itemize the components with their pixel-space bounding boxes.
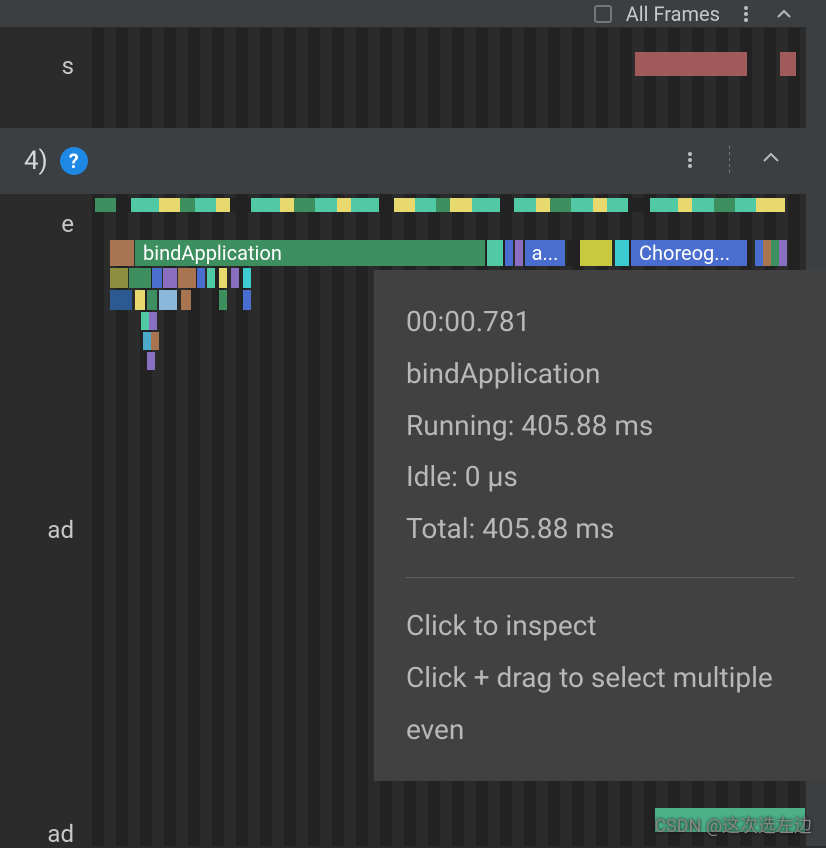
trace-event[interactable] <box>135 290 145 310</box>
trace-event[interactable] <box>779 240 787 266</box>
trace-event[interactable] <box>219 290 227 310</box>
all-frames-label: All Frames <box>626 2 720 26</box>
trace-event[interactable] <box>147 290 157 310</box>
trace-event[interactable] <box>505 240 513 266</box>
trace-event[interactable] <box>243 268 251 288</box>
trace-event[interactable] <box>159 290 177 310</box>
thread-more-icon[interactable] <box>681 146 699 176</box>
trace-event[interactable] <box>110 268 128 288</box>
tooltip-name: bindApplication <box>406 348 794 400</box>
divider <box>729 146 730 176</box>
trace-event[interactable] <box>143 332 151 350</box>
help-icon[interactable]: ? <box>60 147 88 175</box>
trace-event[interactable] <box>141 312 149 330</box>
tooltip-running: Running: 405.88 ms <box>406 400 794 452</box>
trace-event[interactable] <box>178 268 196 288</box>
overview-strip[interactable] <box>95 198 806 212</box>
trace-event[interactable] <box>163 268 177 288</box>
trace-event[interactable] <box>755 240 763 266</box>
trace-event[interactable] <box>181 290 191 310</box>
all-frames-checkbox[interactable] <box>594 5 612 23</box>
trace-event[interactable] <box>219 268 227 288</box>
trace-event[interactable] <box>207 268 215 288</box>
tooltip-total: Total: 405.88 ms <box>406 503 794 555</box>
more-icon[interactable] <box>734 2 758 26</box>
event-tooltip: 00:00.781 bindApplication Running: 405.8… <box>374 270 826 781</box>
trace-event-a[interactable]: a... <box>525 240 565 266</box>
label-fragment: s <box>62 52 74 80</box>
tooltip-hint-drag: Click + drag to select multiple even <box>406 652 794 756</box>
trace-event[interactable] <box>580 240 612 266</box>
collapse-icon[interactable] <box>760 146 782 176</box>
watermark: CSDN @这次选左边 <box>654 812 812 838</box>
label-fragment: ad <box>47 516 74 544</box>
trace-event[interactable] <box>615 240 629 266</box>
top-toolbar: All Frames <box>0 0 826 28</box>
trace-event[interactable] <box>151 332 159 350</box>
thread-title-fragment: 4) <box>24 146 48 176</box>
trace-event[interactable] <box>231 268 239 288</box>
trace-event[interactable] <box>243 290 251 310</box>
chevron-up-icon[interactable] <box>772 2 796 26</box>
track-labels: s e ad ad <box>0 0 80 846</box>
thread-header: 4) ? <box>0 128 806 194</box>
frame-bar[interactable] <box>635 52 747 76</box>
trace-bindapplication[interactable]: bindApplication <box>135 240 485 266</box>
tooltip-hint-inspect: Click to inspect <box>406 600 794 652</box>
trace-event[interactable] <box>149 312 157 330</box>
trace-gap <box>567 240 579 266</box>
trace-choreographer[interactable]: Choreog... <box>631 240 747 266</box>
trace-event[interactable] <box>110 240 134 266</box>
tooltip-divider <box>406 577 794 578</box>
trace-event[interactable] <box>129 268 151 288</box>
frames-track[interactable] <box>80 48 806 76</box>
tooltip-idle: Idle: 0 µs <box>406 451 794 503</box>
trace-event[interactable] <box>487 240 503 266</box>
trace-event[interactable] <box>763 240 771 266</box>
trace-event[interactable] <box>147 352 155 370</box>
tooltip-timestamp: 00:00.781 <box>406 296 794 348</box>
label-fragment: e <box>61 210 74 238</box>
trace-event[interactable] <box>515 240 523 266</box>
frame-bar[interactable] <box>780 52 796 76</box>
trace-event[interactable] <box>771 240 779 266</box>
trace-event[interactable] <box>110 290 132 310</box>
trace-event[interactable] <box>152 268 162 288</box>
trace-event[interactable] <box>197 268 205 288</box>
label-fragment: ad <box>47 820 74 848</box>
